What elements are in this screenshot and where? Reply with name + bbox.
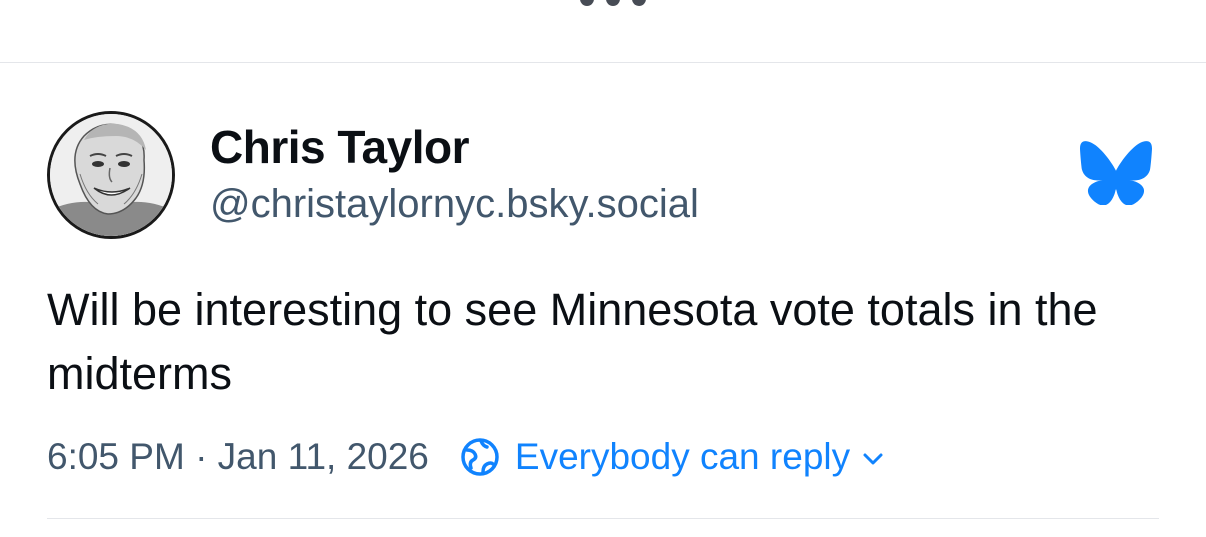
avatar-portrait	[50, 114, 172, 236]
bluesky-butterfly-icon	[1080, 141, 1152, 205]
bottom-divider	[47, 518, 1159, 519]
options-button[interactable]	[1092, 0, 1132, 10]
top-bar	[0, 0, 1206, 63]
globe-icon	[461, 438, 499, 476]
options-icon	[1092, 0, 1132, 10]
post-thread-page: Chris Taylor @christaylornyc.bsky.social…	[0, 0, 1206, 537]
top-divider	[0, 62, 1206, 63]
avatar[interactable]	[47, 111, 175, 239]
chevron-left-icon	[64, 0, 84, 8]
bluesky-logo	[1080, 141, 1152, 205]
chevron-down-icon	[863, 453, 883, 465]
author-handle[interactable]: @christaylornyc.bsky.social	[210, 182, 699, 227]
post-meta: 6:05 PM · Jan 11, 2026 Everybody can rep…	[47, 432, 884, 482]
back-button[interactable]	[64, 0, 84, 8]
post-text: Will be interesting to see Minnesota vot…	[47, 284, 1098, 399]
reply-setting-button[interactable]: Everybody can reply	[459, 436, 884, 478]
author-name[interactable]: Chris Taylor	[210, 120, 470, 174]
post-timestamp: 6:05 PM · Jan 11, 2026	[47, 436, 429, 477]
header-title-fragment	[580, 0, 656, 6]
reply-setting-label: Everybody can reply	[514, 436, 851, 477]
